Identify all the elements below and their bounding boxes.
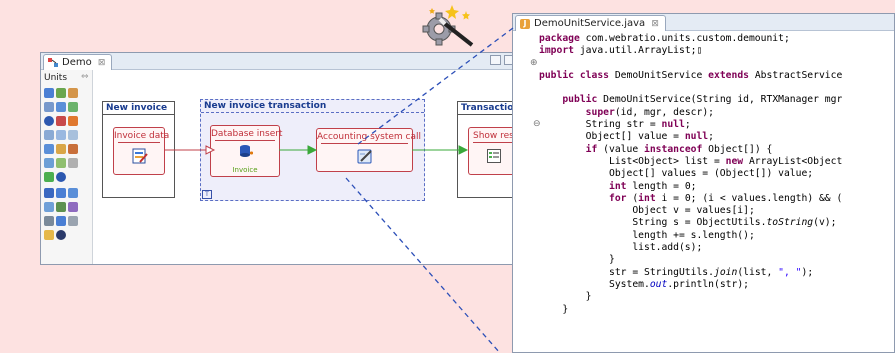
expand-fold-icon[interactable]: ⊕ [530,58,538,68]
palette-unit-icon[interactable] [56,202,66,212]
code-editor-window: J DemoUnitService.java ⊠ ⊕ ⊖ package com… [512,13,895,353]
diagram-canvas: New invoice Invoice data New invoice tra… [94,70,538,264]
palette-unit-icon[interactable] [44,88,54,98]
palette-unit-icon[interactable] [68,130,78,140]
palette-row [44,202,78,212]
tab-demounitservice-label: DemoUnitService.java [534,18,646,29]
palette-row [44,188,78,198]
palette-unit-icon[interactable] [68,188,78,198]
palette-row [44,172,66,182]
palette-unit-icon[interactable] [56,172,66,182]
demo-editor-window: Demo ⊠ Units ⇔ New invoice Invoice data … [40,52,538,265]
tab-demounitservice[interactable]: J DemoUnitService.java ⊠ [515,15,666,31]
close-icon[interactable]: ⊠ [98,58,106,68]
units-palette: Units ⇔ [41,70,93,264]
palette-unit-icon[interactable] [44,130,54,140]
editor-gutter: ⊕ ⊖ [513,31,541,352]
palette-unit-icon[interactable] [68,102,78,112]
palette-unit-icon[interactable] [56,102,66,112]
palette-unit-icon[interactable] [44,216,54,226]
palette-unit-icon[interactable] [44,144,54,154]
palette-row [44,102,78,112]
palette-row [44,88,78,98]
palette-row [44,216,78,226]
tab-demo-label: Demo [62,57,92,68]
tab-demo[interactable]: Demo ⊠ [43,54,113,70]
palette-unit-icon[interactable] [56,144,66,154]
flow-arrows [164,145,469,155]
palette-unit-icon[interactable] [68,202,78,212]
magic-wand-gear-icon [422,5,474,47]
palette-unit-icon[interactable] [56,130,66,140]
demo-tab-bar: Demo ⊠ [41,53,519,70]
palette-row [44,158,78,168]
palette-unit-icon[interactable] [68,216,78,226]
palette-unit-icon[interactable] [44,158,54,168]
palette-unit-icon[interactable] [44,172,54,182]
palette-row [44,130,78,140]
palette-unit-icon[interactable] [56,88,66,98]
palette-unit-icon[interactable] [44,230,54,240]
palette-unit-icon[interactable] [68,88,78,98]
palette-unit-icon[interactable] [68,144,78,154]
code-tab-bar: J DemoUnitService.java ⊠ [513,14,894,31]
palette-unit-icon[interactable] [44,202,54,212]
palette-unit-icon[interactable] [56,158,66,168]
palette-unit-icon[interactable] [56,116,66,126]
palette-unit-icon[interactable] [56,188,66,198]
palette-unit-icon[interactable] [56,230,66,240]
palette-unit-icon[interactable] [44,116,54,126]
palette-title: Units [44,73,68,83]
palette-unit-icon[interactable] [68,158,78,168]
palette-unit-icon[interactable] [44,188,54,198]
palette-row [44,116,78,126]
minimize-button[interactable] [490,55,501,65]
java-source-code[interactable]: package com.webratio.units.custom.demoun… [539,33,842,316]
close-icon[interactable]: ⊠ [651,19,659,29]
palette-row [44,230,66,240]
palette-unit-icon[interactable] [68,116,78,126]
palette-unit-icon[interactable] [56,216,66,226]
palette-row [44,144,78,154]
diagram-icon [48,58,58,67]
palette-toggle-icon[interactable]: ⇔ [81,72,89,82]
java-file-icon: J [520,19,530,29]
palette-unit-icon[interactable] [44,102,54,112]
